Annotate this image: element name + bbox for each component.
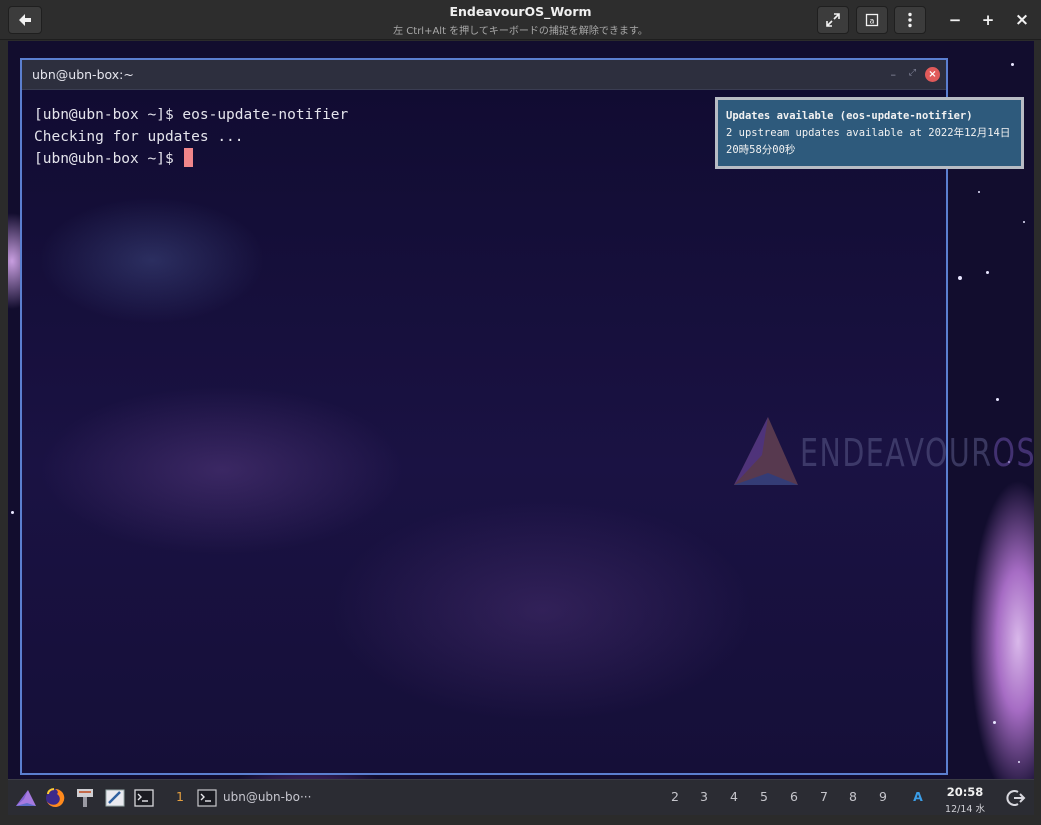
svg-text:a: a [870, 17, 875, 26]
workspace-1[interactable]: 1 [173, 789, 187, 804]
star [996, 398, 999, 401]
taskbar-item-label[interactable]: ubn@ubn-bo··· [223, 790, 311, 804]
terminal-icon [197, 789, 217, 807]
notification-title: Updates available (eos-update-notifier) [726, 110, 973, 122]
watermark-brand: ENDEAVOUR [800, 431, 993, 475]
file-manager-launcher[interactable] [73, 785, 97, 811]
logout-button[interactable] [1004, 785, 1028, 811]
terminal-launcher[interactable] [132, 785, 156, 811]
workspace-3[interactable]: 3 [697, 789, 711, 804]
star [958, 276, 962, 280]
keyboard-layout-indicator[interactable]: A [911, 789, 925, 804]
star [978, 191, 980, 193]
terminal-title: ubn@ubn-box:~ [32, 67, 134, 82]
text-editor-launcher[interactable] [103, 785, 127, 811]
maximize-button[interactable]: + [976, 6, 1000, 34]
terminal-icon [134, 789, 154, 807]
notification-body: 2 upstream updates available at 2022年12月… [726, 127, 1011, 156]
terminal-titlebar[interactable]: ubn@ubn-box:~ – ⤢ × [22, 60, 946, 90]
screenshot-icon: a [865, 13, 879, 27]
screenshot-button[interactable]: a [856, 6, 888, 34]
viewer-titlebar: EndeavourOS_Worm 左 Ctrl+Alt を押してキーボードの捕捉… [0, 0, 1041, 40]
terminal-line: [ubn@ubn-box ~]$ eos-update-notifier [34, 107, 349, 123]
terminal-close-button[interactable]: × [925, 67, 940, 82]
terminal-body[interactable]: [ubn@ubn-box ~]$ eos-update-notifier Che… [22, 90, 1035, 773]
kebab-menu-icon [908, 12, 912, 28]
workspace-2[interactable]: 2 [668, 789, 682, 804]
workspace-6[interactable]: 6 [787, 789, 801, 804]
endeavouros-watermark: ENDEAVOUROS [732, 415, 1041, 491]
workspace-7[interactable]: 7 [817, 789, 831, 804]
fullscreen-button[interactable] [817, 6, 849, 34]
update-notification[interactable]: Updates available (eos-update-notifier) … [715, 97, 1024, 169]
logout-icon [1006, 790, 1026, 806]
text-editor-icon [105, 789, 125, 807]
taskbar-item-terminal[interactable] [195, 785, 219, 811]
terminal-restore-button[interactable]: ⤢ [909, 68, 916, 78]
firefox-icon [46, 788, 65, 807]
star [986, 271, 989, 274]
expand-icon [826, 13, 840, 27]
endeavouros-menu-icon [16, 790, 36, 806]
workspace-8[interactable]: 8 [846, 789, 860, 804]
star [1023, 221, 1025, 223]
endeavouros-logo-icon [734, 417, 798, 485]
firefox-launcher[interactable] [43, 785, 67, 811]
taskbar: 1 ubn@ubn-bo··· 2 3 4 5 6 7 8 9 A 20:58 … [8, 779, 1034, 815]
clock-time[interactable]: 20:58 [938, 785, 992, 799]
app-menu-button[interactable] [14, 785, 38, 811]
workspace-4[interactable]: 4 [727, 789, 741, 804]
workspace-5[interactable]: 5 [757, 789, 771, 804]
terminal-prompt-line: [ubn@ubn-box ~]$ [34, 148, 348, 170]
star [993, 721, 996, 724]
close-button[interactable]: × [1010, 6, 1034, 34]
menu-button[interactable] [894, 6, 926, 34]
terminal-line: Checking for updates ... [34, 129, 244, 145]
watermark-brand-suffix: OS [992, 431, 1037, 475]
clock-date[interactable]: 12/14 水 [938, 801, 992, 815]
terminal-minimize-button[interactable]: – [891, 68, 897, 81]
terminal-output: [ubn@ubn-box ~]$ eos-update-notifier Che… [34, 104, 348, 170]
minimize-button[interactable]: − [943, 6, 967, 34]
file-manager-icon [77, 789, 93, 807]
star [11, 511, 14, 514]
terminal-prompt: [ubn@ubn-box ~]$ [34, 151, 183, 167]
terminal-cursor [184, 148, 194, 167]
workspace-9[interactable]: 9 [876, 789, 890, 804]
star [1011, 63, 1014, 66]
star [1018, 761, 1020, 763]
